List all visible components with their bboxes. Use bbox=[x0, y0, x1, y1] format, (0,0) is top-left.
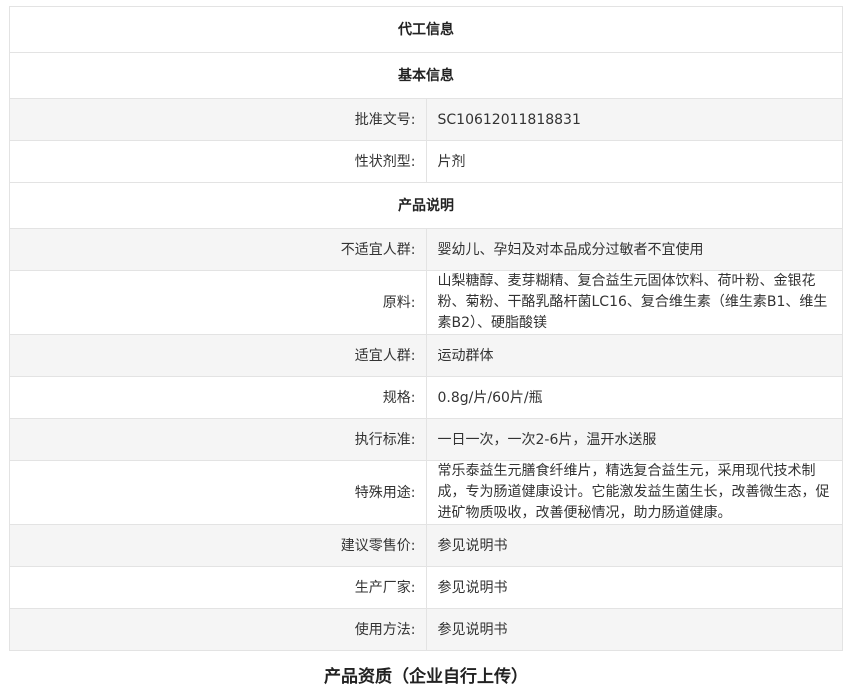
suitable-group-label: 适宜人群: bbox=[9, 334, 427, 377]
unsuitable-group-value: 婴幼儿、孕妇及对本品成分过敏者不宜使用 bbox=[425, 228, 843, 271]
specification-value: 0.8g/片/60片/瓶 bbox=[425, 376, 843, 419]
product-qualification-heading: 产品资质（企业自行上传） bbox=[324, 667, 528, 687]
section-header-row: 产品说明 bbox=[9, 182, 843, 229]
oem-info-heading: 代工信息 bbox=[9, 6, 843, 53]
unsuitable-group-label: 不适宜人群: bbox=[9, 228, 427, 271]
product-info-table: 代工信息 基本信息 批准文号: SC10612011818831 性状剂型: 片… bbox=[9, 6, 843, 651]
table-row: 批准文号: SC10612011818831 bbox=[9, 98, 843, 141]
dosage-form-value: 片剂 bbox=[425, 140, 843, 183]
suitable-group-value: 运动群体 bbox=[425, 334, 843, 377]
manufacturer-label: 生产厂家: bbox=[9, 566, 427, 609]
approval-number-value: SC10612011818831 bbox=[425, 98, 843, 141]
standard-value: 一日一次，一次2-6片，温开水送服 bbox=[425, 418, 843, 461]
usage-value: 参见说明书 bbox=[425, 608, 843, 651]
table-row: 规格: 0.8g/片/60片/瓶 bbox=[9, 376, 843, 419]
special-use-value: 常乐泰益生元膳食纤维片，精选复合益生元，采用现代技术制成，专为肠道健康设计。它能… bbox=[425, 460, 843, 525]
table-row: 执行标准: 一日一次，一次2-6片，温开水送服 bbox=[9, 418, 843, 461]
table-row: 生产厂家: 参见说明书 bbox=[9, 566, 843, 609]
table-row: 建议零售价: 参见说明书 bbox=[9, 524, 843, 567]
retail-price-label: 建议零售价: bbox=[9, 524, 427, 567]
table-row: 性状剂型: 片剂 bbox=[9, 140, 843, 183]
specification-label: 规格: bbox=[9, 376, 427, 419]
standard-label: 执行标准: bbox=[9, 418, 427, 461]
approval-number-label: 批准文号: bbox=[9, 98, 427, 141]
usage-label: 使用方法: bbox=[9, 608, 427, 651]
table-row: 不适宜人群: 婴幼儿、孕妇及对本品成分过敏者不宜使用 bbox=[9, 228, 843, 271]
section-header-row: 代工信息 bbox=[9, 6, 843, 53]
ingredients-label: 原料: bbox=[9, 270, 427, 335]
table-row: 适宜人群: 运动群体 bbox=[9, 334, 843, 377]
section-header-row: 基本信息 bbox=[9, 52, 843, 99]
retail-price-value: 参见说明书 bbox=[425, 524, 843, 567]
ingredients-value: 山梨糖醇、麦芽糊精、复合益生元固体饮料、荷叶粉、金银花粉、菊粉、干酪乳酪杆菌LC… bbox=[425, 270, 843, 335]
table-row: 原料: 山梨糖醇、麦芽糊精、复合益生元固体饮料、荷叶粉、金银花粉、菊粉、干酪乳酪… bbox=[9, 270, 843, 335]
manufacturer-value: 参见说明书 bbox=[425, 566, 843, 609]
special-use-label: 特殊用途: bbox=[9, 460, 427, 525]
product-info-panel: 代工信息 基本信息 批准文号: SC10612011818831 性状剂型: 片… bbox=[9, 6, 843, 651]
dosage-form-label: 性状剂型: bbox=[9, 140, 427, 183]
table-row: 特殊用途: 常乐泰益生元膳食纤维片，精选复合益生元，采用现代技术制成，专为肠道健… bbox=[9, 460, 843, 525]
product-description-heading: 产品说明 bbox=[9, 182, 843, 229]
basic-info-heading: 基本信息 bbox=[9, 52, 843, 99]
table-row: 使用方法: 参见说明书 bbox=[9, 608, 843, 651]
